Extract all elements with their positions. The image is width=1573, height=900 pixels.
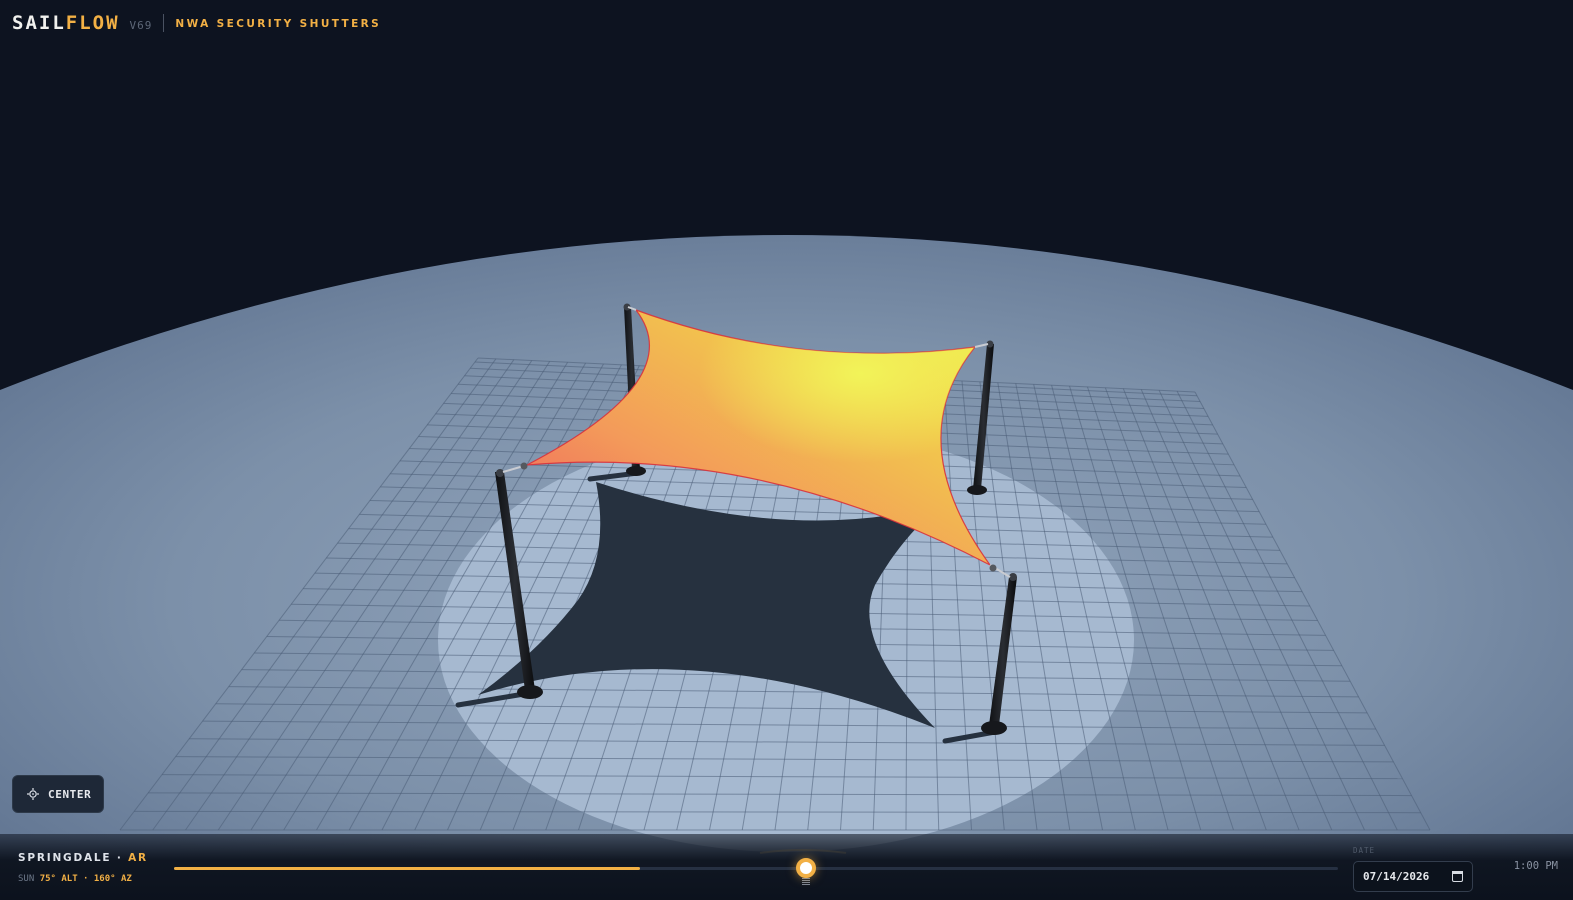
brand-name-primary: SAIL xyxy=(12,12,66,34)
scene-viewport[interactable] xyxy=(0,0,1573,900)
crosshair-icon xyxy=(27,788,39,800)
time-slider-track[interactable] xyxy=(174,867,1338,870)
location-separator: · xyxy=(111,852,129,864)
date-value: 07/14/2026 xyxy=(1363,870,1430,883)
sun-position-readout: SUN 75° ALT · 160° AZ xyxy=(18,874,132,884)
sun-values: 75° ALT · 160° AZ xyxy=(39,874,132,884)
app-brand: SAIL FLOW V69 NWA SECURITY SHUTTERS xyxy=(12,11,381,35)
client-name: NWA SECURITY SHUTTERS xyxy=(175,17,382,30)
date-input[interactable]: 07/14/2026 xyxy=(1353,861,1473,892)
brand-name-accent: FLOW xyxy=(65,12,120,34)
center-button-label: CENTER xyxy=(48,787,92,801)
brand-divider xyxy=(163,14,165,32)
sun-prefix: SUN xyxy=(18,874,35,884)
location-state: AR xyxy=(128,852,148,864)
center-view-button[interactable]: CENTER xyxy=(12,775,104,813)
calendar-icon[interactable] xyxy=(1452,871,1463,882)
time-display: 1:00 PM xyxy=(1513,860,1558,872)
location-label: SPRINGDALE · AR xyxy=(18,852,148,864)
version-label: V69 xyxy=(129,18,153,32)
slider-thumb-stem xyxy=(802,878,810,886)
date-label: DATE xyxy=(1353,846,1376,855)
time-slider-thumb[interactable] xyxy=(796,858,816,878)
time-slider-fill xyxy=(174,867,640,870)
location-city: SPRINGDALE xyxy=(18,852,112,864)
